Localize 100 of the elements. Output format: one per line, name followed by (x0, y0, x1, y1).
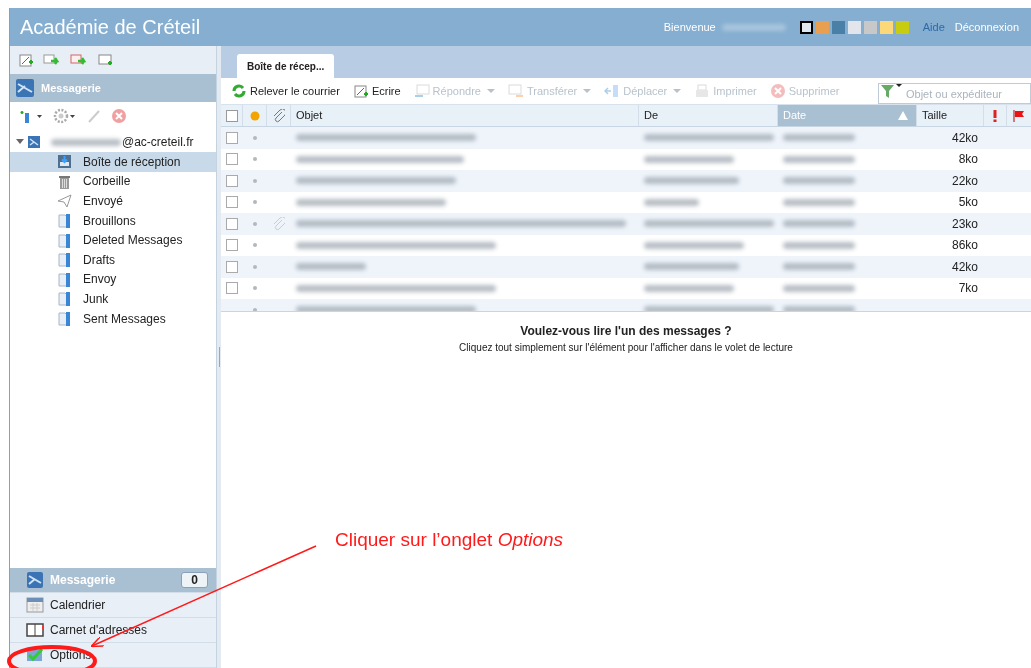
size-cell-text: 7ko (958, 280, 978, 298)
blurred-text (783, 220, 855, 228)
filter-icon (880, 82, 904, 99)
address-book-icon (26, 621, 44, 639)
paperclip-icon (272, 108, 285, 123)
message-row[interactable]: 23ko (221, 213, 1031, 235)
count-badge: 0 (181, 572, 208, 588)
section-title: Messagerie (41, 80, 101, 96)
folder-item[interactable]: Deleted Messages (10, 230, 216, 250)
select-all-checkbox[interactable] (225, 109, 238, 122)
read-dot-icon (253, 178, 257, 183)
folder-item[interactable]: Envoy (10, 269, 216, 290)
folder-item[interactable]: Drafts (10, 249, 216, 270)
theme-swatch[interactable] (879, 20, 893, 34)
inbox-icon (56, 153, 73, 171)
pencil-icon (87, 108, 101, 124)
mailbox-tab[interactable]: Boîte de récep... (237, 54, 335, 78)
settings-icon (53, 108, 77, 124)
unread-dot-icon (249, 110, 260, 121)
blurred-text (783, 198, 855, 206)
row-checkbox[interactable] (226, 217, 238, 230)
add-folder-icon (19, 108, 43, 124)
folder-icon (56, 270, 73, 288)
read-dot-icon (253, 221, 257, 226)
reply-icon (413, 83, 430, 99)
folder-item[interactable]: Sent Messages (10, 308, 216, 329)
size-cell-text: 23ko (951, 215, 978, 233)
blurred-text (783, 155, 855, 163)
folder-icon (56, 231, 73, 249)
folder-icon (56, 251, 73, 269)
blurred-text (783, 284, 855, 292)
row-checkbox[interactable] (226, 153, 238, 166)
blurred-text (51, 138, 121, 146)
read-dot-icon (253, 286, 257, 291)
blurred-text (783, 241, 855, 249)
read-dot-icon (253, 243, 257, 248)
flag-icon (1013, 109, 1025, 122)
blurred-text (783, 134, 855, 142)
theme-swatch[interactable] (799, 20, 813, 34)
account-address: @ac-creteil.fr (122, 134, 194, 151)
printer-icon (694, 83, 711, 99)
blurred-text (783, 306, 855, 311)
mail-section-icon (15, 78, 35, 98)
theme-swatch[interactable] (847, 20, 861, 34)
folder-item[interactable]: Corbeille (10, 171, 216, 192)
sort-ascending-icon (898, 111, 908, 120)
theme-swatch[interactable] (815, 20, 829, 34)
row-checkbox[interactable] (226, 174, 238, 187)
message-row[interactable]: 42ko (221, 256, 1031, 278)
nav-tab[interactable]: Messagerie 0 (10, 568, 216, 593)
row-checkbox[interactable] (226, 239, 238, 252)
theme-swatch[interactable] (831, 20, 845, 34)
welcome-text: Bienvenue (663, 19, 716, 35)
refresh-icon (231, 83, 247, 99)
app-title: Académie de Créteil (20, 15, 201, 40)
folder-item[interactable]: Brouillons (10, 210, 216, 231)
read-dot-icon (253, 200, 257, 205)
size-cell-text: 8ko (958, 151, 978, 169)
blurred-text (783, 177, 855, 185)
size-cell-text: 22ko (951, 172, 978, 190)
priority-icon (992, 109, 998, 122)
column-header[interactable]: Objet (291, 105, 639, 126)
row-checkbox[interactable] (226, 282, 238, 295)
checkmark-icon (26, 646, 44, 664)
move-icon (604, 83, 621, 99)
paper-plane-icon (56, 192, 73, 210)
message-row[interactable]: 42ko (221, 127, 1031, 149)
account-icon (27, 135, 41, 149)
folder-item[interactable]: Boîte de réception (10, 152, 216, 172)
search-field[interactable]: Objet ou expéditeur (878, 83, 1031, 104)
folder-item[interactable]: Envoyé (10, 191, 216, 211)
read-dot-icon (253, 264, 257, 269)
theme-swatch[interactable] (895, 20, 909, 34)
reading-pane-hint: Cliquez tout simplement sur l'élément pour l'afficher dans le volet de lecture (459, 341, 793, 355)
blurred-text (296, 263, 366, 271)
delete-icon (111, 108, 127, 124)
calendar-icon (26, 596, 44, 614)
compose-icon (18, 52, 34, 68)
read-dot-icon (253, 157, 257, 162)
size-cell-text: 42ko (951, 129, 978, 147)
blurred-text (644, 198, 699, 206)
message-row[interactable]: 22ko (221, 170, 1031, 192)
reading-pane-title: Voulez-vous lire l'un des messages ? (520, 323, 732, 340)
new-window-icon (97, 52, 113, 68)
toolbar-button[interactable]: Ecrire (352, 82, 401, 100)
folder-icon (56, 212, 73, 230)
size-cell-text: 42ko (951, 258, 978, 276)
delete-icon (769, 83, 786, 99)
toolbar-button[interactable]: Relever le courrier (231, 82, 340, 100)
row-checkbox[interactable] (226, 196, 238, 209)
nav-tab[interactable]: Calendrier (10, 593, 216, 618)
row-checkbox[interactable] (226, 260, 238, 273)
forward-icon (507, 83, 524, 99)
compose-icon (352, 83, 369, 99)
folder-item[interactable]: Junk (10, 289, 216, 309)
theme-swatch[interactable] (863, 20, 877, 34)
row-checkbox[interactable] (226, 131, 238, 144)
size-cell-text: 5ko (958, 194, 978, 212)
blurred-text (721, 23, 786, 31)
column-header[interactable]: Taille (917, 105, 984, 126)
